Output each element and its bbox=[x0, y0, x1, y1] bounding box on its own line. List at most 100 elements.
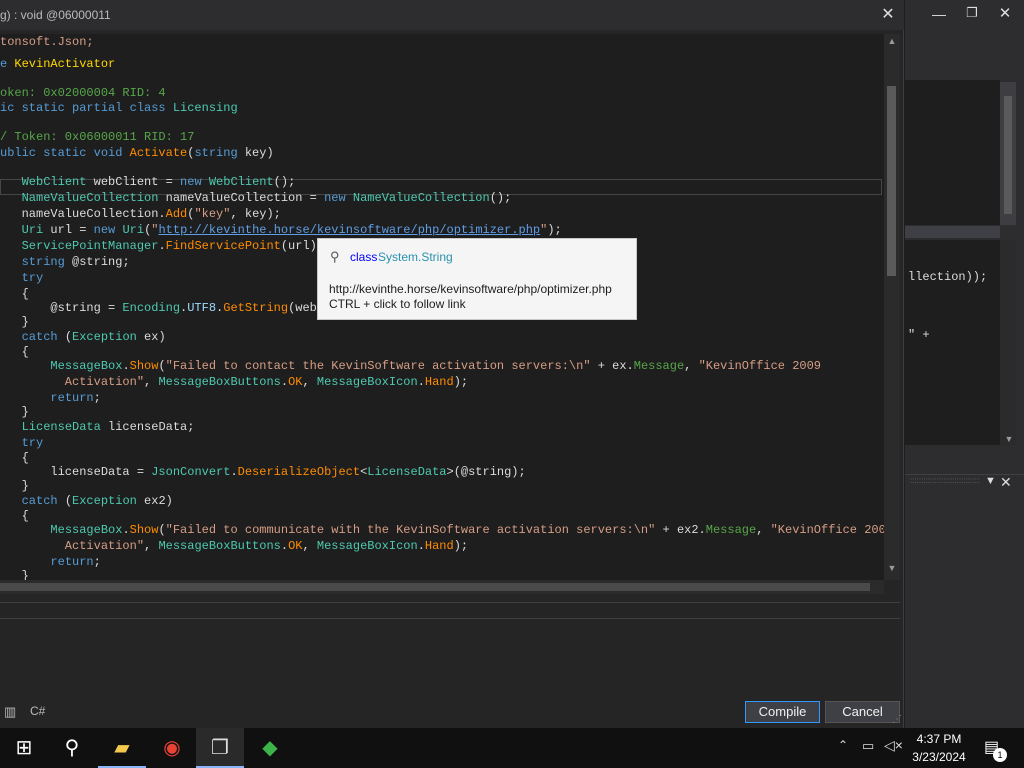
editor-horizontal-scroll-thumb[interactable] bbox=[0, 583, 870, 591]
code-token: string bbox=[21, 255, 65, 269]
scroll-down-arrow-icon[interactable]: ▼ bbox=[1002, 434, 1016, 444]
resize-grip-icon[interactable]: ⋰ bbox=[892, 714, 902, 725]
editor-vertical-scroll-thumb[interactable] bbox=[887, 86, 896, 276]
code-token: Hand bbox=[424, 539, 454, 553]
code-token: (); bbox=[489, 191, 512, 205]
code-line: } bbox=[0, 404, 29, 420]
code-token: catch bbox=[21, 330, 58, 344]
code-line: Activation", MessageBoxButtons.OK, Messa… bbox=[0, 374, 468, 390]
drag-handle-icon[interactable]: ::::::::::::::::::::::::::::::::: bbox=[910, 476, 980, 486]
code-token: . bbox=[280, 375, 289, 389]
code-token: + ex2. bbox=[655, 523, 706, 537]
code-token: , bbox=[302, 375, 317, 389]
code-token: , bbox=[144, 375, 159, 389]
code-token: Add bbox=[165, 207, 188, 221]
compile-button[interactable]: Compile bbox=[745, 701, 820, 723]
code-line: @string = Encoding.UTF8.GetString(webC bbox=[0, 300, 324, 316]
clock-date[interactable]: 3/23/2024 bbox=[900, 750, 978, 764]
code-token: LicenseData bbox=[367, 465, 447, 479]
code-token: >(@string); bbox=[446, 465, 526, 479]
tooltip-url: http://kevinthe.horse/kevinsoftware/php/… bbox=[329, 282, 612, 296]
code-token: "KevinOffice 2009 bbox=[698, 359, 821, 373]
windows-start-icon[interactable]: ⊞ bbox=[0, 728, 48, 768]
code-token: Licensing bbox=[172, 101, 238, 115]
chrome-icon[interactable]: ◉ bbox=[148, 728, 196, 768]
code-token: return bbox=[50, 391, 94, 405]
background-code-scrollbar[interactable] bbox=[1000, 240, 1016, 445]
code-token: url = bbox=[43, 223, 94, 237]
code-token: ( bbox=[57, 494, 73, 508]
code-token: ( bbox=[57, 330, 73, 344]
window-close-icon[interactable]: ✕ bbox=[996, 4, 1014, 22]
code-token: Uri bbox=[21, 223, 44, 237]
code-token: ServicePointManager bbox=[21, 239, 159, 253]
code-line: licenseData = JsonConvert.DeserializeObj… bbox=[0, 464, 526, 480]
show-hidden-icons-chevron-icon[interactable]: ⌃ bbox=[838, 738, 848, 752]
code-token: MessageBox bbox=[50, 523, 123, 537]
code-token: Hand bbox=[424, 375, 454, 389]
code-token: Message bbox=[705, 523, 757, 537]
code-token: nameValueCollection = bbox=[158, 191, 325, 205]
code-line: catch (Exception ex2) bbox=[0, 493, 173, 509]
code-token: ); bbox=[453, 539, 469, 553]
restore-icon[interactable]: ❐ bbox=[963, 5, 981, 21]
code-token: GetString bbox=[223, 301, 289, 315]
panel-divider bbox=[0, 602, 900, 603]
code-token: MessageBoxButtons bbox=[158, 539, 281, 553]
clock-time[interactable]: 4:37 PM bbox=[900, 732, 978, 746]
code-token: ( bbox=[158, 359, 166, 373]
code-token[interactable]: http://kevinthe.horse/kevinsoftware/php/… bbox=[158, 223, 540, 237]
background-scroll-thumb[interactable] bbox=[1004, 96, 1012, 214]
code-token: Activation" bbox=[0, 539, 145, 553]
code-token: Exception bbox=[72, 330, 137, 344]
scroll-down-arrow-icon[interactable]: ▼ bbox=[884, 563, 900, 577]
code-token: , bbox=[302, 539, 317, 553]
code-token: DeserializeObject bbox=[237, 465, 361, 479]
references-icon[interactable]: ▥ bbox=[4, 704, 16, 720]
dropdown-arrow-icon[interactable]: ▼ bbox=[985, 475, 996, 487]
code-token: Show bbox=[129, 359, 159, 373]
code-token: ( bbox=[158, 523, 166, 537]
code-token: NameValueCollection bbox=[352, 191, 490, 205]
code-token: key) bbox=[237, 146, 274, 160]
network-icon[interactable]: ▭ bbox=[862, 738, 874, 754]
tooltip-kind: class bbox=[350, 250, 378, 264]
code-token: return bbox=[50, 555, 94, 569]
code-line: Activation", MessageBoxButtons.OK, Messa… bbox=[0, 538, 468, 554]
close-icon[interactable]: ✕ bbox=[878, 5, 898, 25]
code-line: string @string; bbox=[0, 254, 130, 270]
minimize-icon[interactable]: — bbox=[930, 6, 948, 22]
background-strip bbox=[905, 226, 1000, 238]
file-explorer-icon[interactable]: ▰ bbox=[98, 728, 146, 768]
code-token: ex2) bbox=[136, 494, 173, 508]
code-token: } bbox=[0, 569, 29, 580]
code-token: try bbox=[21, 436, 44, 450]
search-icon[interactable]: ⚲ bbox=[48, 728, 96, 768]
scroll-up-arrow-icon[interactable]: ▲ bbox=[884, 36, 900, 50]
code-token: , bbox=[684, 359, 699, 373]
code-token: MessageBoxIcon bbox=[316, 539, 418, 553]
code-token: { bbox=[0, 509, 29, 523]
code-token: } bbox=[0, 315, 29, 329]
dialog-title-bar[interactable] bbox=[0, 0, 904, 30]
code-token: e bbox=[0, 57, 15, 71]
code-line: ublic static void Activate(string key) bbox=[0, 145, 274, 161]
app-icon[interactable]: ◆ bbox=[246, 728, 294, 768]
code-token: OK bbox=[288, 375, 303, 389]
code-token: JsonConvert bbox=[151, 465, 231, 479]
code-line: NameValueCollection nameValueCollection … bbox=[0, 190, 512, 206]
code-token: . bbox=[417, 539, 425, 553]
panel-close-icon[interactable]: ✕ bbox=[1000, 474, 1012, 491]
class-icon: ⚲ bbox=[330, 249, 340, 264]
code-token: @string = bbox=[0, 301, 123, 315]
code-token: ); bbox=[547, 223, 562, 237]
code-token: MessageBoxButtons bbox=[158, 375, 281, 389]
cancel-button[interactable]: Cancel bbox=[825, 701, 900, 723]
background-panel bbox=[905, 80, 1000, 225]
task-view-icon[interactable]: ❐ bbox=[196, 728, 244, 768]
